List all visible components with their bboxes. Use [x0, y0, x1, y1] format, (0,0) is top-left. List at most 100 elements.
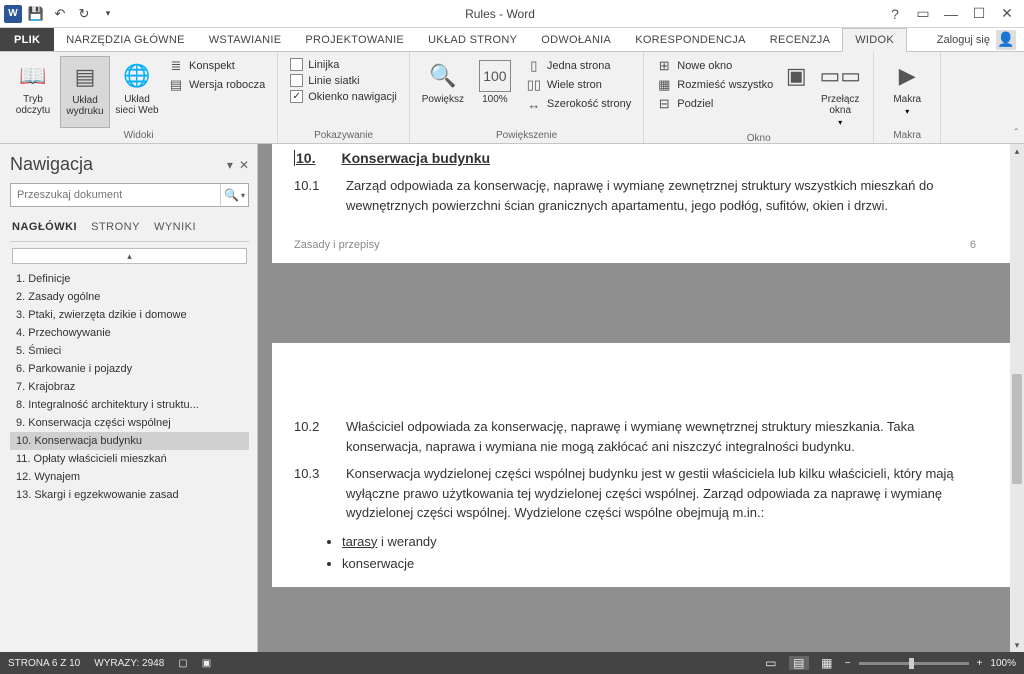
document-area[interactable]: 10. Konserwacja budynku 10.1 Zarząd odpo… — [258, 144, 1024, 652]
nav-heading-item[interactable]: 1. Definicje — [10, 270, 249, 288]
tab-view[interactable]: WIDOK — [842, 28, 907, 52]
qat-dropdown-icon[interactable]: ▾ — [98, 4, 118, 24]
navpane-search[interactable]: 🔍▾ — [10, 183, 249, 207]
tab-insert[interactable]: WSTAWIANIE — [197, 28, 294, 51]
macros-button[interactable]: ▶ Makra ▾ — [882, 56, 932, 128]
redo-icon[interactable]: ↻ — [74, 4, 94, 24]
globe-icon: 🌐 — [121, 60, 153, 92]
split-button[interactable]: ⊟Podziel — [656, 96, 773, 112]
gridlines-checkbox[interactable]: Linie siatki — [290, 74, 397, 87]
navpane-collapse-all[interactable]: ▴ — [12, 248, 247, 264]
nav-heading-item[interactable]: 10. Konserwacja budynku — [10, 432, 249, 450]
help-icon[interactable]: ? — [884, 4, 906, 24]
title-bar: W 💾 ↶ ↻ ▾ Rules - Word ? ▭ — ☐ ✕ — [0, 0, 1024, 28]
switch-window-icon: ▭▭ — [824, 60, 856, 92]
page-width-button[interactable]: ↔Szerokość strony — [526, 96, 631, 112]
ruler-checkbox[interactable]: Linijka — [290, 58, 397, 71]
one-page-button[interactable]: ▯Jedna strona — [526, 58, 631, 74]
close-icon[interactable]: ✕ — [996, 4, 1018, 24]
para-text: Właściciel odpowiada za konserwację, nap… — [346, 417, 976, 456]
multi-page-button[interactable]: ▯▯Wiele stron — [526, 77, 631, 93]
page-footer-left: Zasady i przepisy — [294, 239, 380, 251]
hundred-icon: 100 — [479, 60, 511, 92]
ribbon: 📖 Tryb odczytu ▤ Układ wydruku 🌐 Układ s… — [0, 52, 1024, 144]
navtab-pages[interactable]: STRONY — [91, 221, 140, 233]
nav-heading-item[interactable]: 11. Opłaty właścicieli mieszkań — [10, 450, 249, 468]
checkbox-unchecked-icon — [290, 58, 303, 71]
maximize-icon[interactable]: ☐ — [968, 4, 990, 24]
new-window-button[interactable]: ⊞Nowe okno — [656, 58, 773, 74]
zoom-level[interactable]: 100% — [990, 658, 1016, 669]
undo-icon[interactable]: ↶ — [50, 4, 70, 24]
web-layout-view-icon[interactable]: ▦ — [817, 656, 837, 670]
zoom-out-icon[interactable]: − — [845, 658, 851, 669]
draft-button[interactable]: ▤Wersja robocza — [168, 77, 265, 93]
macro-record-icon[interactable]: ▣ — [202, 658, 211, 669]
nav-heading-item[interactable]: 2. Zasady ogólne — [10, 288, 249, 306]
book-icon: 📖 — [17, 60, 49, 92]
tab-home[interactable]: NARZĘDZIA GŁÓWNE — [54, 28, 196, 51]
window-more-button[interactable]: ▣ — [779, 56, 813, 131]
navpane-checkbox[interactable]: ✓Okienko nawigacji — [290, 90, 397, 103]
ribbon-display-icon[interactable]: ▭ — [912, 4, 934, 24]
navpane-menu-icon[interactable]: ▾ — [227, 158, 233, 172]
checkbox-checked-icon: ✓ — [290, 90, 303, 103]
zoom-slider[interactable] — [859, 662, 969, 665]
nav-heading-item[interactable]: 5. Śmieci — [10, 342, 249, 360]
navtab-results[interactable]: WYNIKI — [154, 221, 196, 233]
scroll-up-icon[interactable]: ▴ — [1010, 144, 1024, 158]
scroll-thumb[interactable] — [1012, 374, 1022, 484]
nav-heading-item[interactable]: 3. Ptaki, zwierzęta dzikie i domowe — [10, 306, 249, 324]
read-mode-view-icon[interactable]: ▭ — [761, 656, 781, 670]
nav-heading-item[interactable]: 6. Parkowanie i pojazdy — [10, 360, 249, 378]
proofing-icon[interactable]: ▢ — [178, 658, 187, 669]
navpane-close-icon[interactable]: ✕ — [239, 158, 249, 172]
tab-layout[interactable]: UKŁAD STRONY — [416, 28, 529, 51]
ribbon-group-label: Pokazywanie — [286, 128, 401, 141]
zoom-100-button[interactable]: 100 100% — [470, 56, 520, 128]
nav-heading-item[interactable]: 7. Krajobraz — [10, 378, 249, 396]
user-avatar-icon[interactable]: 👤 — [996, 30, 1016, 50]
switch-windows-button[interactable]: ▭▭ Przełącz okna ▾ — [815, 56, 865, 131]
outline-button[interactable]: ≣Konspekt — [168, 58, 265, 74]
nav-heading-item[interactable]: 13. Skargi i egzekwowanie zasad — [10, 486, 249, 504]
web-layout-button[interactable]: 🌐 Układ sieci Web — [112, 56, 162, 128]
ribbon-group-show: Linijka Linie siatki ✓Okienko nawigacji … — [278, 52, 410, 143]
nav-heading-item[interactable]: 9. Konserwacja części wspólnej — [10, 414, 249, 432]
search-input[interactable] — [11, 184, 220, 206]
ribbon-group-window: ⊞Nowe okno ▦Rozmieść wszystko ⊟Podziel ▣… — [644, 52, 874, 143]
zoom-button[interactable]: 🔍 Powiększ — [418, 56, 468, 128]
search-icon[interactable]: 🔍▾ — [220, 184, 248, 206]
tab-review[interactable]: RECENZJA — [758, 28, 842, 51]
read-mode-button[interactable]: 📖 Tryb odczytu — [8, 56, 58, 128]
minimize-icon[interactable]: — — [940, 4, 962, 24]
collapse-ribbon-icon[interactable]: ˆ — [1015, 128, 1018, 139]
nav-heading-item[interactable]: 12. Wynajem — [10, 468, 249, 486]
page-content: 10. Konserwacja budynku 10.1 Zarząd odpo… — [272, 144, 1010, 263]
tab-design[interactable]: PROJEKTOWANIE — [293, 28, 416, 51]
new-window-icon: ⊞ — [656, 58, 672, 74]
arrange-all-button[interactable]: ▦Rozmieść wszystko — [656, 77, 773, 93]
status-page[interactable]: STRONA 6 Z 10 — [8, 658, 80, 669]
tab-references[interactable]: ODWOŁANIA — [529, 28, 623, 51]
vertical-scrollbar[interactable]: ▴ ▾ — [1010, 144, 1024, 652]
tab-file[interactable]: PLIK — [0, 28, 54, 51]
scroll-down-icon[interactable]: ▾ — [1010, 638, 1024, 652]
status-words[interactable]: WYRAZY: 2948 — [94, 658, 164, 669]
zoom-in-icon[interactable]: + — [977, 658, 983, 669]
one-page-icon: ▯ — [526, 58, 542, 74]
status-bar: STRONA 6 Z 10 WYRAZY: 2948 ▢ ▣ ▭ ▤ ▦ − +… — [0, 652, 1024, 674]
navtab-headings[interactable]: NAGŁÓWKI — [12, 221, 77, 233]
save-icon[interactable]: 💾 — [26, 4, 46, 24]
print-layout-view-icon[interactable]: ▤ — [789, 656, 809, 670]
print-layout-button[interactable]: ▤ Układ wydruku — [60, 56, 110, 128]
para-text: Zarząd odpowiada za konserwację, naprawę… — [346, 176, 976, 215]
nav-heading-item[interactable]: 4. Przechowywanie — [10, 324, 249, 342]
nav-heading-item[interactable]: 8. Integralność architektury i struktu..… — [10, 396, 249, 414]
page-width-icon: ↔ — [526, 96, 542, 112]
macro-icon: ▶ — [891, 60, 923, 92]
tab-mailings[interactable]: KORESPONDENCJA — [623, 28, 758, 51]
login-link[interactable]: Zaloguj się — [937, 34, 990, 46]
zoom-thumb[interactable] — [909, 658, 914, 669]
ribbon-group-label: Makra — [882, 128, 932, 141]
